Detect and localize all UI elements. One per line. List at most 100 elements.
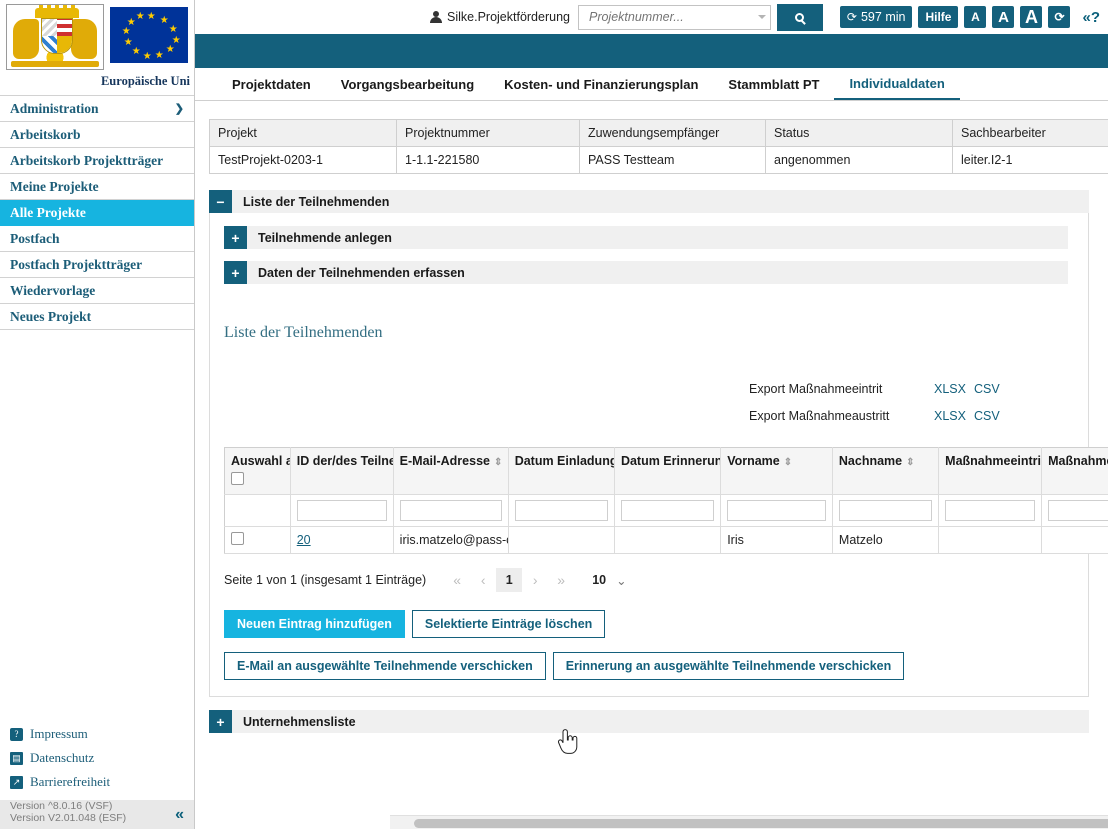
search-box[interactable]	[577, 4, 771, 30]
content-area: Projekt Projektnummer Zuwendungsempfänge…	[195, 101, 1108, 829]
filter-cell-massnahmeeintritt[interactable]	[938, 494, 1043, 527]
tab-individualdaten[interactable]: Individualdaten	[834, 68, 960, 100]
col-massnahmeeintritt[interactable]: Maßnahmeeintrit	[938, 447, 1043, 495]
footer-link-impressum[interactable]: ? Impressum	[0, 722, 194, 746]
accordion-collapse-toggle[interactable]: −	[209, 190, 232, 213]
col-sachbearbeiter: Sachbearbeiter	[952, 119, 1108, 147]
sidebar-item-arbeitskorb-projekttraeger[interactable]: Arbeitskorb Projektträger	[0, 148, 194, 174]
cell-email: iris.matzelo@pass-co	[393, 526, 509, 554]
tab-projektdaten[interactable]: Projektdaten	[217, 68, 326, 100]
pagination-first-button[interactable]: «	[444, 572, 470, 588]
sort-icon[interactable]: ⇕	[784, 457, 792, 468]
header-collapse-button[interactable]: «?	[1082, 9, 1100, 26]
filter-input-nachname[interactable]	[838, 500, 933, 521]
pagination-next-button[interactable]: ›	[522, 572, 548, 588]
pagination-prev-button[interactable]: ‹	[470, 572, 496, 588]
font-size-large-button[interactable]: A	[1020, 6, 1043, 28]
help-button[interactable]: Hilfe	[918, 6, 959, 28]
export-austritt-xlsx-link[interactable]: XLSX	[934, 409, 966, 423]
sidebar-item-arbeitskorb[interactable]: Arbeitskorb	[0, 122, 194, 148]
col-id-teilnehmer[interactable]: ID der/des Teilne	[290, 447, 394, 495]
accordion-header-teilnehmende-anlegen[interactable]: + Teilnehmende anlegen	[224, 226, 1068, 249]
tab-kosten-und-finanzierungsplan[interactable]: Kosten- und Finanzierungsplan	[489, 68, 713, 100]
chevron-down-icon[interactable]	[757, 15, 766, 19]
filter-input-massnahmeaustritt[interactable]	[1048, 500, 1108, 521]
accordion-header-unternehmensliste[interactable]: + Unternehmensliste	[209, 710, 1089, 733]
reload-button[interactable]: ⟳	[1048, 6, 1071, 28]
tab-vorgangsbearbeitung[interactable]: Vorgangsbearbeitung	[326, 68, 489, 100]
accordion-expand-toggle[interactable]: +	[209, 710, 232, 733]
footer-link-label: Datenschutz	[30, 750, 95, 765]
chevron-down-icon[interactable]: ⌄	[616, 573, 626, 588]
export-austritt-csv-link[interactable]: CSV	[974, 409, 1000, 423]
filter-cell-massnahmeaustritt[interactable]	[1041, 494, 1108, 527]
search-input[interactable]	[586, 9, 758, 25]
footer-link-barrierefreiheit[interactable]: ↗ Barrierefreiheit	[0, 770, 194, 794]
col-label: Datum Einladung	[514, 454, 615, 468]
export-links: Export Maßnahmeeintrit XLSX CSV Export M…	[749, 382, 1088, 423]
tab-stammblatt-pt[interactable]: Stammblatt PT	[713, 68, 834, 100]
row-select-cell[interactable]	[224, 526, 291, 554]
cell-id[interactable]: 20	[290, 526, 394, 554]
accordion-expand-toggle[interactable]: +	[224, 226, 247, 249]
pagination-last-button[interactable]: »	[548, 572, 574, 588]
col-datum-einladung[interactable]: Datum Einladung	[508, 447, 615, 495]
filter-input-datum-erinnerung[interactable]	[620, 500, 715, 521]
filter-cell-datum-einladung[interactable]	[508, 494, 615, 527]
sidebar-item-label: Meine Projekte	[10, 178, 99, 194]
sidebar-item-alle-projekte[interactable]: Alle Projekte	[0, 200, 194, 226]
filter-cell-datum-erinnerung[interactable]	[614, 494, 722, 527]
filter-input-massnahmeeintritt[interactable]	[945, 500, 1036, 521]
sidebar-item-label: Administration	[10, 100, 99, 116]
horizontal-scrollbar[interactable]	[390, 815, 1108, 829]
footer-link-datenschutz[interactable]: ▤ Datenschutz	[0, 746, 194, 770]
col-email-adresse[interactable]: E-Mail-Adresse ⇕	[393, 447, 509, 495]
accordion-expand-toggle[interactable]: +	[224, 261, 247, 284]
font-size-medium-button[interactable]: A	[992, 6, 1015, 28]
filter-cell-nachname[interactable]	[832, 494, 940, 527]
sidebar-item-label: Alle Projekte	[10, 204, 86, 220]
sidebar-item-postfach[interactable]: Postfach	[0, 226, 194, 252]
sidebar-item-neues-projekt[interactable]: Neues Projekt	[0, 304, 194, 330]
sidebar-item-postfach-projekttraeger[interactable]: Postfach Projektträger	[0, 252, 194, 278]
select-all-checkbox[interactable]	[231, 472, 244, 485]
sidebar-item-administration[interactable]: Administration ❯	[0, 96, 194, 122]
col-nachname[interactable]: Nachname ⇕	[832, 447, 940, 495]
col-vorname[interactable]: Vorname ⇕	[720, 447, 833, 495]
value-zuwendungsempfaenger: PASS Testteam	[579, 146, 766, 174]
send-email-button[interactable]: E-Mail an ausgewählte Teilnehmende versc…	[224, 652, 546, 680]
row-checkbox[interactable]	[231, 532, 244, 545]
send-reminder-button[interactable]: Erinnerung an ausgewählte Teilnehmende v…	[552, 652, 905, 680]
col-massnahmeaustritt[interactable]: Maßnahmeaustrit	[1041, 447, 1108, 495]
filter-input-vorname[interactable]	[727, 500, 826, 521]
sort-icon[interactable]: ⇕	[494, 457, 502, 468]
search-button[interactable]	[776, 3, 823, 31]
top-bar: Silke.Projektförderung ⟳ 597 min Hilfe A	[195, 0, 1108, 34]
filter-cell-id[interactable]	[290, 494, 394, 527]
sidebar-item-meine-projekte[interactable]: Meine Projekte	[0, 174, 194, 200]
accordion-header-daten-der-teilnehmenden-erfassen[interactable]: + Daten der Teilnehmenden erfassen	[224, 261, 1068, 284]
sidebar-item-wiedervorlage[interactable]: Wiedervorlage	[0, 278, 194, 304]
sort-icon[interactable]: ⇕	[906, 457, 914, 468]
filter-cell-email[interactable]	[393, 494, 509, 527]
filter-input-datum-einladung[interactable]	[514, 500, 608, 521]
font-size-small-button[interactable]: A	[964, 6, 987, 28]
participant-id-link[interactable]: 20	[297, 533, 311, 547]
value-projekt: TestProjekt-0203-1	[209, 146, 397, 174]
filter-cell-vorname[interactable]	[720, 494, 833, 527]
session-timer-button[interactable]: ⟳ 597 min	[839, 6, 913, 28]
filter-input-id[interactable]	[296, 500, 387, 521]
export-eintritt-xlsx-link[interactable]: XLSX	[934, 382, 966, 396]
add-entry-button[interactable]: Neuen Eintrag hinzufügen	[224, 610, 405, 638]
filter-input-email[interactable]	[399, 500, 502, 521]
export-eintritt-csv-link[interactable]: CSV	[974, 382, 1000, 396]
scrollbar-thumb[interactable]	[414, 819, 1108, 828]
accordion-title: Teilnehmende anlegen	[258, 230, 392, 245]
col-datum-erinnerung[interactable]: Datum Erinnerun	[614, 447, 722, 495]
accordion-header-liste-der-teilnehmenden[interactable]: − Liste der Teilnehmenden	[209, 190, 1089, 213]
pagination-page-1[interactable]: 1	[496, 568, 523, 592]
delete-selected-button[interactable]: Selektierte Einträge löschen	[411, 610, 606, 638]
toolbar: ⟳ 597 min Hilfe A A A ⟳ «?	[839, 6, 1100, 28]
page-size-value[interactable]: 10	[592, 573, 606, 587]
sidebar-collapse-button[interactable]: «	[175, 806, 184, 824]
